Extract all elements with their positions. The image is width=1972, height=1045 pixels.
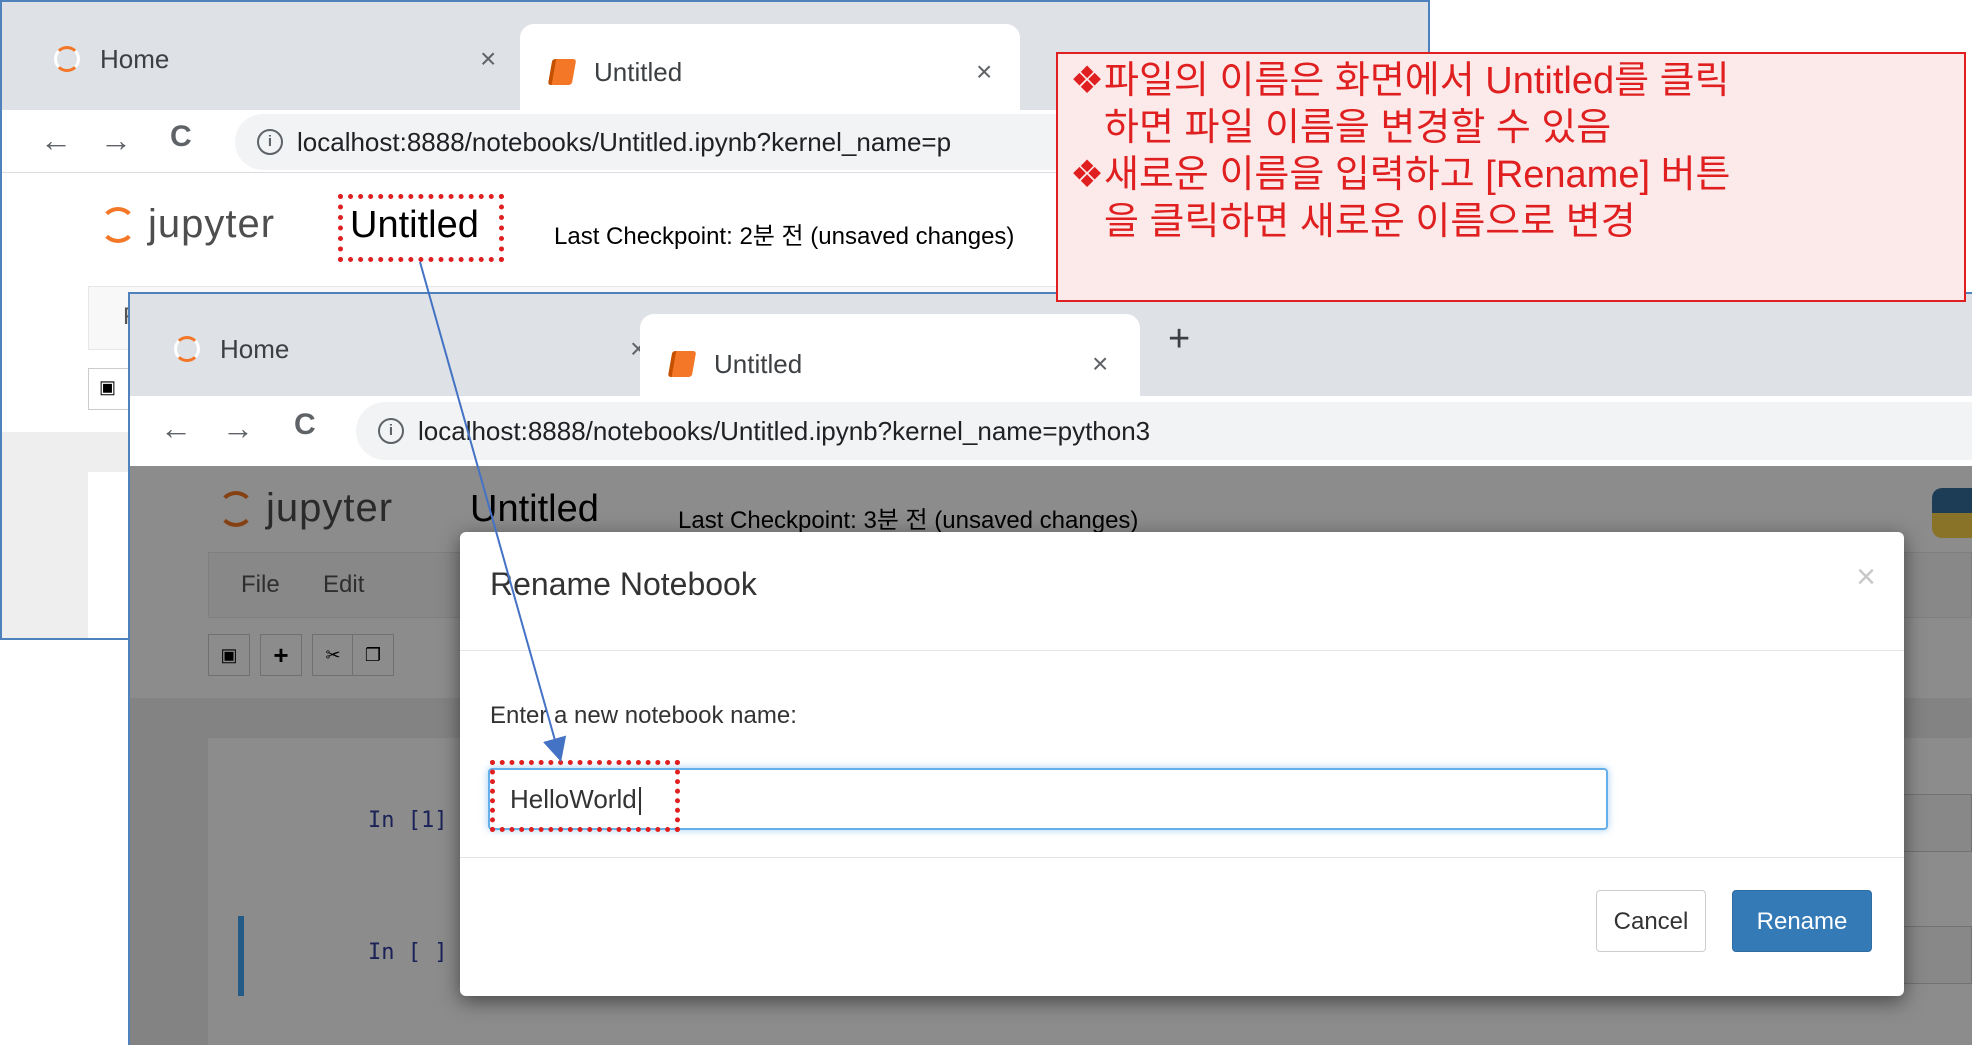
callout-line-1: ❖ 파일의 이름은 화면에서 Untitled를 클릭 [1070,58,1952,105]
notebook-name-label: Enter a new notebook name: [490,702,797,729]
callout-line-3: ❖ 새로운 이름을 입력하고 [Rename] 버튼 [1070,152,1952,199]
dialog-footer: Cancel Rename [460,857,1904,952]
instruction-callout: ❖ 파일의 이름은 화면에서 Untitled를 클릭 하면 파일 이름을 변경할… [1056,52,1966,302]
callout-line-2: 하면 파일 이름을 변경할 수 있음 [1070,105,1952,152]
close-tab-icon[interactable]: × [1092,348,1108,380]
tab-untitled-label: Untitled [714,348,803,379]
callout-text: 파일의 이름은 화면에서 Untitled를 클릭 [1104,60,1730,102]
callout-text: 새로운 이름을 입력하고 [Rename] 버튼 [1104,154,1731,196]
reload-icon[interactable]: C [294,408,316,442]
notebook-icon [667,351,697,377]
callout-text: 을 클릭하면 새로운 이름으로 변경 [1104,201,1636,243]
rename-button[interactable]: Rename [1732,890,1872,952]
highlight-input-value [490,760,680,832]
cancel-button[interactable]: Cancel [1596,890,1706,952]
bullet-icon: ❖ [1070,60,1105,102]
tab-home[interactable]: Home × [160,318,646,380]
url-text: localhost:8888/notebooks/Untitled.ipynb?… [418,415,1151,446]
tab-home-label: Home [220,333,290,364]
jupyter-home-icon [174,336,200,362]
new-tab-button[interactable]: + [1168,318,1190,361]
bullet-icon: ❖ [1070,154,1105,196]
url-field[interactable]: i localhost:8888/notebooks/Untitled.ipyn… [356,402,1972,460]
forward-arrow-icon[interactable]: → [222,410,254,447]
callout-line-4: 을 클릭하면 새로운 이름으로 변경 [1070,199,1952,246]
address-bar: ← → C i localhost:8888/notebooks/Untitle… [130,396,1972,467]
info-icon: i [378,418,404,444]
dialog-header: Rename Notebook × [460,532,1904,651]
close-icon[interactable]: × [1856,558,1876,597]
highlight-notebook-name [338,194,504,262]
dialog-title: Rename Notebook [490,566,757,602]
back-arrow-icon[interactable]: ← [160,410,192,447]
callout-text: 하면 파일 이름을 변경할 수 있음 [1104,107,1612,149]
